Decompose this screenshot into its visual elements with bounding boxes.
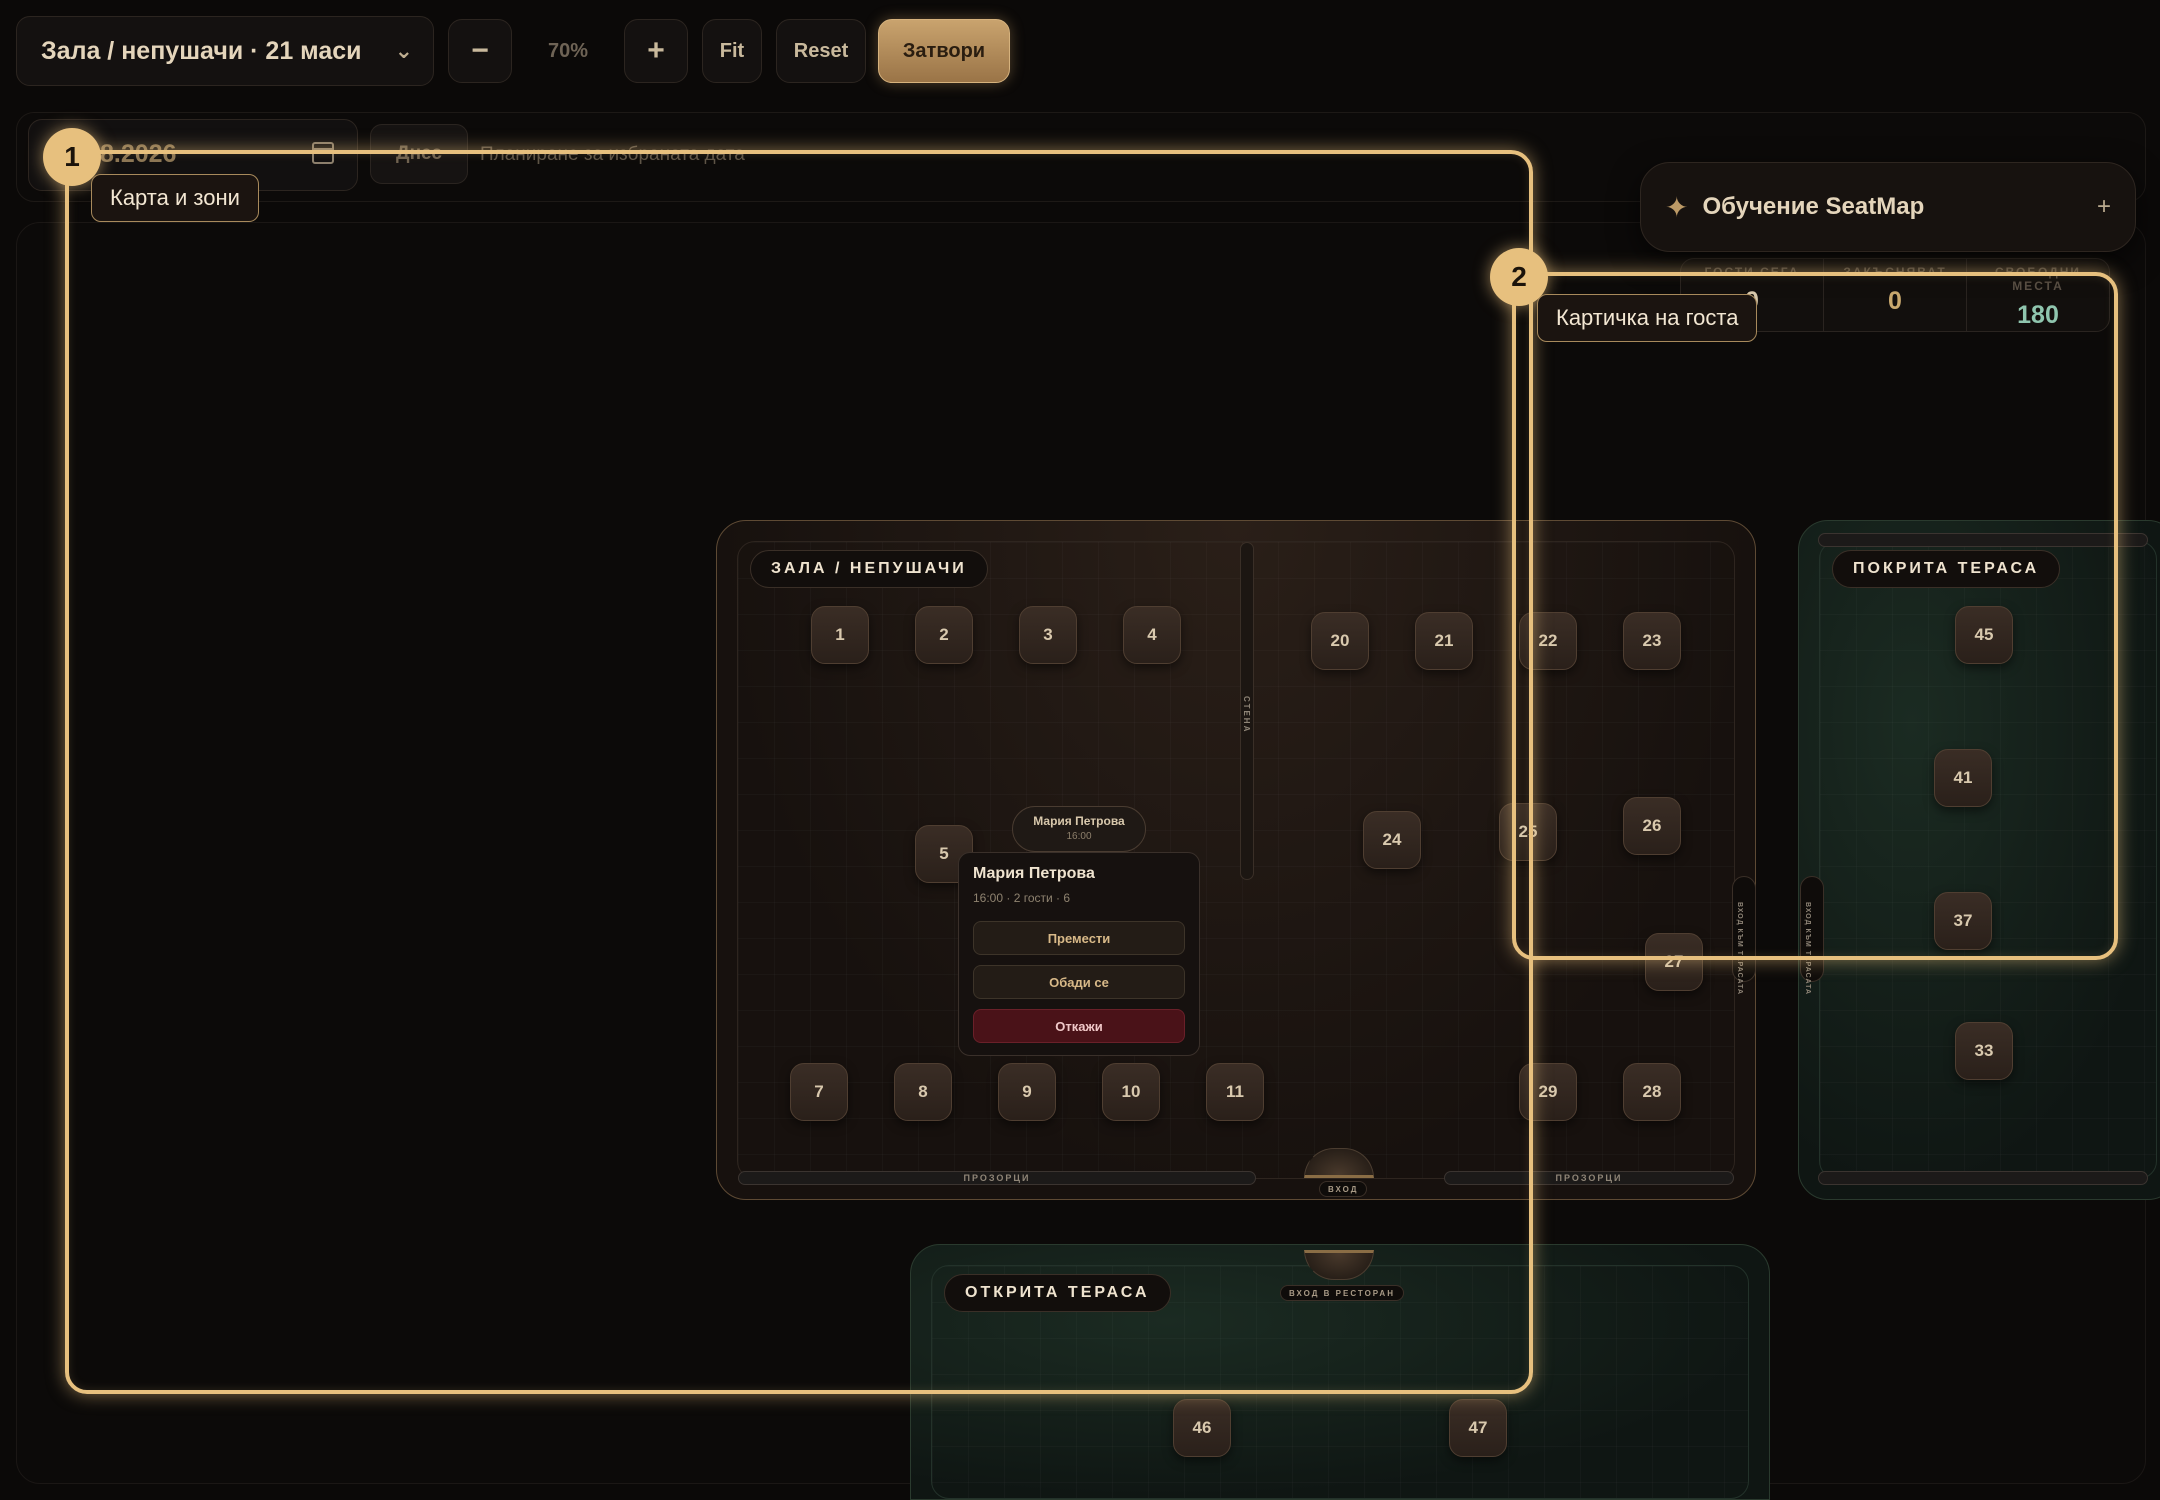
table-47[interactable]: 47 [1449, 1399, 1507, 1457]
zone-select-value: Зала / непушачи · 21 маси [41, 36, 362, 65]
close-button[interactable]: Затвори [878, 19, 1010, 83]
expand-plus-icon[interactable]: + [2097, 193, 2111, 221]
tour-step-1-label: Карта и зони [91, 174, 259, 222]
table-46[interactable]: 46 [1173, 1399, 1231, 1457]
tour-step-2-label: Картичка на госта [1537, 294, 1758, 342]
zoom-out-button[interactable]: − [448, 19, 512, 83]
tour-highlight-guest-card [1512, 272, 2118, 960]
fit-button[interactable]: Fit [702, 19, 762, 83]
table-33[interactable]: 33 [1955, 1022, 2013, 1080]
sparkle-icon: ✦ [1665, 191, 1689, 223]
zoom-level: 70% [547, 39, 589, 62]
table-28[interactable]: 28 [1623, 1063, 1681, 1121]
onboarding-title: Обучение SeatMap [1702, 193, 1925, 220]
chevron-down-icon: ⌄ [394, 38, 413, 63]
hall-windows-right-label: ПРОЗОРЦИ [1555, 1173, 1623, 1183]
tour-highlight-map [65, 150, 1533, 1394]
zone-select[interactable]: Зала / непушачи · 21 маси ⌄ [16, 16, 434, 86]
covered-terrace-windows-bottom [1818, 1171, 2148, 1185]
reset-button[interactable]: Reset [776, 19, 866, 83]
zoom-in-button[interactable]: + [624, 19, 688, 83]
onboarding-card[interactable]: ✦ Обучение SeatMap + [1640, 162, 2136, 252]
